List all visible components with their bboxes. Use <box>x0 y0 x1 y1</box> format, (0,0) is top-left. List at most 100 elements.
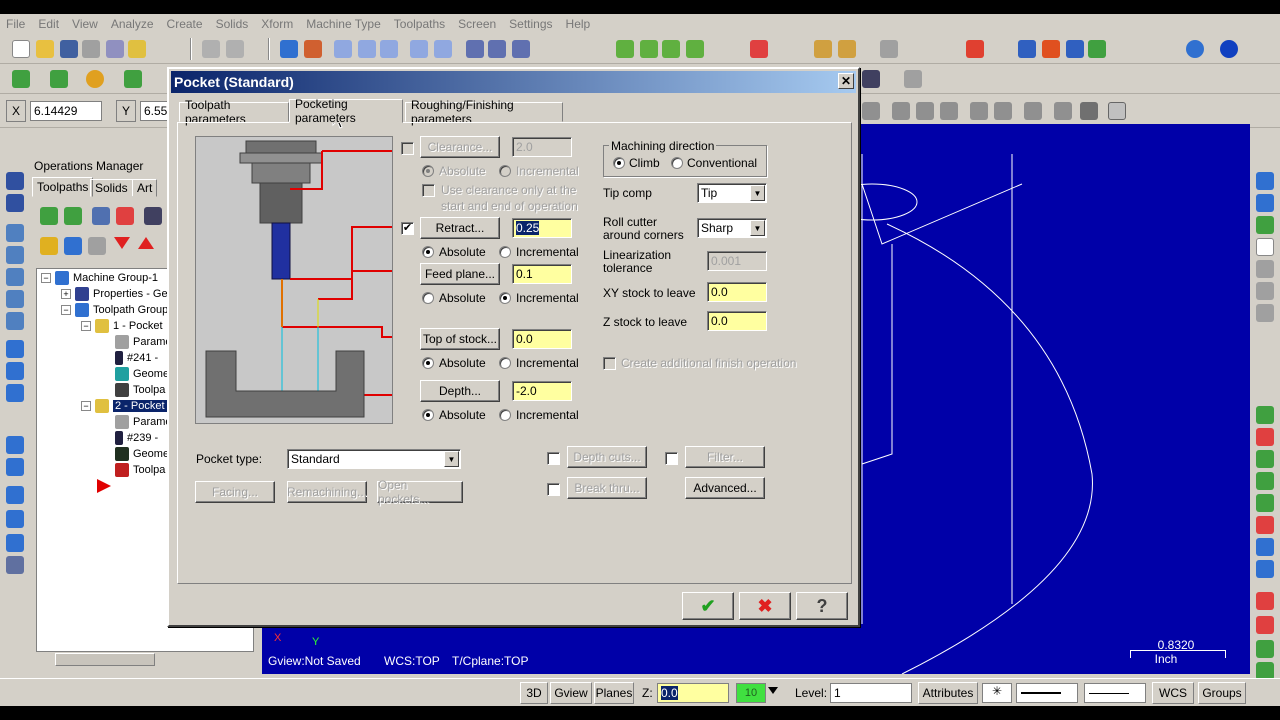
chevron-down-icon[interactable]: ▼ <box>750 185 765 201</box>
operations-icon[interactable] <box>1088 40 1106 58</box>
tool-icon[interactable] <box>6 486 24 504</box>
tree-item[interactable]: − Machine Group-1 <box>41 270 158 286</box>
tool-icon[interactable] <box>1256 616 1274 634</box>
redo-icon[interactable] <box>226 40 244 58</box>
tool-icon[interactable] <box>1256 516 1274 534</box>
save-icon[interactable] <box>60 40 78 58</box>
3d-button[interactable]: 3D <box>520 682 548 704</box>
tree-item[interactable]: Parame <box>115 334 172 350</box>
tool-icon[interactable] <box>1256 450 1274 468</box>
solid-icon[interactable] <box>1042 40 1060 58</box>
collapse-icon[interactable]: − <box>61 305 71 315</box>
tool-icon[interactable] <box>6 312 24 330</box>
menu-create[interactable]: Create <box>167 17 203 31</box>
tab-toolpath-parameters[interactable]: Toolpath parameters <box>179 98 289 126</box>
xy-stock-input[interactable]: 0.0 <box>707 282 767 302</box>
depth-incremental-radio[interactable] <box>499 409 511 421</box>
select-all-icon[interactable] <box>40 207 58 225</box>
dialog-titlebar[interactable]: Pocket (Standard) ✕ <box>171 71 856 93</box>
collapse-icon[interactable]: − <box>81 401 91 411</box>
open-folder-icon[interactable] <box>36 40 54 58</box>
tree-item[interactable]: #241 - <box>115 350 158 366</box>
tree-item[interactable]: Toolpa <box>115 382 165 398</box>
facing-button[interactable]: Facing... <box>195 481 275 503</box>
menu-help[interactable]: Help <box>566 17 591 31</box>
tool-icon[interactable] <box>1256 640 1274 658</box>
tree-item[interactable]: Parame <box>115 414 172 430</box>
attributes-button[interactable]: Attributes <box>918 682 978 704</box>
help-icon[interactable] <box>1108 102 1126 120</box>
globe-icon[interactable] <box>1186 40 1204 58</box>
retract-absolute-radio[interactable] <box>422 246 434 258</box>
grid-icon[interactable] <box>862 70 880 88</box>
conventional-radio[interactable] <box>671 157 683 169</box>
y-coordinate-input[interactable]: 6.55 <box>140 101 170 121</box>
tree-item[interactable]: + Properties - Ge <box>61 286 168 302</box>
planes-button[interactable]: Planes <box>594 682 634 704</box>
tool-icon[interactable] <box>1256 282 1274 300</box>
tool-icon[interactable] <box>6 268 24 286</box>
menu-machine-type[interactable]: Machine Type <box>306 17 381 31</box>
tool-icon[interactable] <box>1256 560 1274 578</box>
tab-pocketing-parameters[interactable]: Pocketing parameters <box>289 97 403 125</box>
z-depth-input[interactable]: 0.0 <box>657 683 729 703</box>
depth-cuts-button[interactable]: Depth cuts... <box>567 446 647 468</box>
top-of-stock-incremental-radio[interactable] <box>499 357 511 369</box>
move-down-icon[interactable] <box>114 237 130 249</box>
pattern-icon[interactable] <box>904 70 922 88</box>
tool-icon[interactable] <box>1256 260 1274 278</box>
tool-icon[interactable] <box>6 458 24 476</box>
line-width-select[interactable] <box>1084 683 1146 703</box>
break-thru-checkbox[interactable] <box>547 483 560 496</box>
pan-icon[interactable] <box>280 40 298 58</box>
scrollbar-thumb[interactable] <box>55 653 155 666</box>
depth-absolute-radio[interactable] <box>422 409 434 421</box>
color-swatch[interactable]: 10 <box>736 683 766 703</box>
use-clearance-checkbox[interactable] <box>422 184 435 197</box>
help-button[interactable]: ? <box>796 592 848 620</box>
tool-icon[interactable] <box>6 436 24 454</box>
properties-icon[interactable] <box>128 40 146 58</box>
top-view-icon[interactable] <box>640 40 658 58</box>
retract-incremental-radio[interactable] <box>499 246 511 258</box>
retract-button[interactable]: Retract... <box>420 217 500 239</box>
level-select[interactable]: 1 <box>830 683 912 703</box>
move-up-icon[interactable] <box>138 237 154 249</box>
filter-checkbox[interactable] <box>665 452 678 465</box>
measure-icon[interactable] <box>814 40 832 58</box>
top-of-stock-absolute-radio[interactable] <box>422 357 434 369</box>
menu-solids[interactable]: Solids <box>216 17 249 31</box>
tool-icon[interactable] <box>6 362 24 380</box>
regenerate-dirty-icon[interactable] <box>116 207 134 225</box>
fit-icon[interactable] <box>334 40 352 58</box>
menu-screen[interactable]: Screen <box>458 17 496 31</box>
close-button[interactable]: ✕ <box>838 73 854 89</box>
retract-checkbox[interactable]: ✔ <box>401 222 414 235</box>
advanced-button[interactable]: Advanced... <box>685 477 765 499</box>
tool-icon[interactable] <box>6 194 24 212</box>
chevron-down-icon[interactable]: ▼ <box>750 220 765 236</box>
shading-icon[interactable] <box>750 40 768 58</box>
tool-icon[interactable] <box>1256 194 1274 212</box>
solid-tool-icon[interactable] <box>862 102 880 120</box>
transform-icon[interactable] <box>1018 40 1036 58</box>
feed-plane-incremental-radio[interactable] <box>499 292 511 304</box>
analyze-icon[interactable] <box>838 40 856 58</box>
feed-plane-button[interactable]: Feed plane... <box>420 263 500 285</box>
insert-arrow-icon[interactable] <box>97 479 111 493</box>
feed-plane-input[interactable]: 0.1 <box>512 264 572 284</box>
menu-edit[interactable]: Edit <box>38 17 59 31</box>
solid-tool-icon[interactable] <box>940 102 958 120</box>
isometric-view-icon[interactable] <box>616 40 634 58</box>
tip-comp-select[interactable]: Tip ▼ <box>697 183 767 203</box>
roll-cutter-select[interactable]: Sharp ▼ <box>697 218 767 238</box>
tool-icon[interactable] <box>6 246 24 264</box>
tree-item[interactable]: − 1 - Pocket <box>81 318 163 334</box>
clearance-input[interactable]: 2.0 <box>512 137 572 157</box>
backplot-icon[interactable] <box>144 207 162 225</box>
tool-icon[interactable] <box>1256 406 1274 424</box>
solid-tool-icon[interactable] <box>1054 102 1072 120</box>
solid-tool-icon[interactable] <box>1080 102 1098 120</box>
tool-icon[interactable] <box>6 290 24 308</box>
tool-icon[interactable] <box>6 340 24 358</box>
